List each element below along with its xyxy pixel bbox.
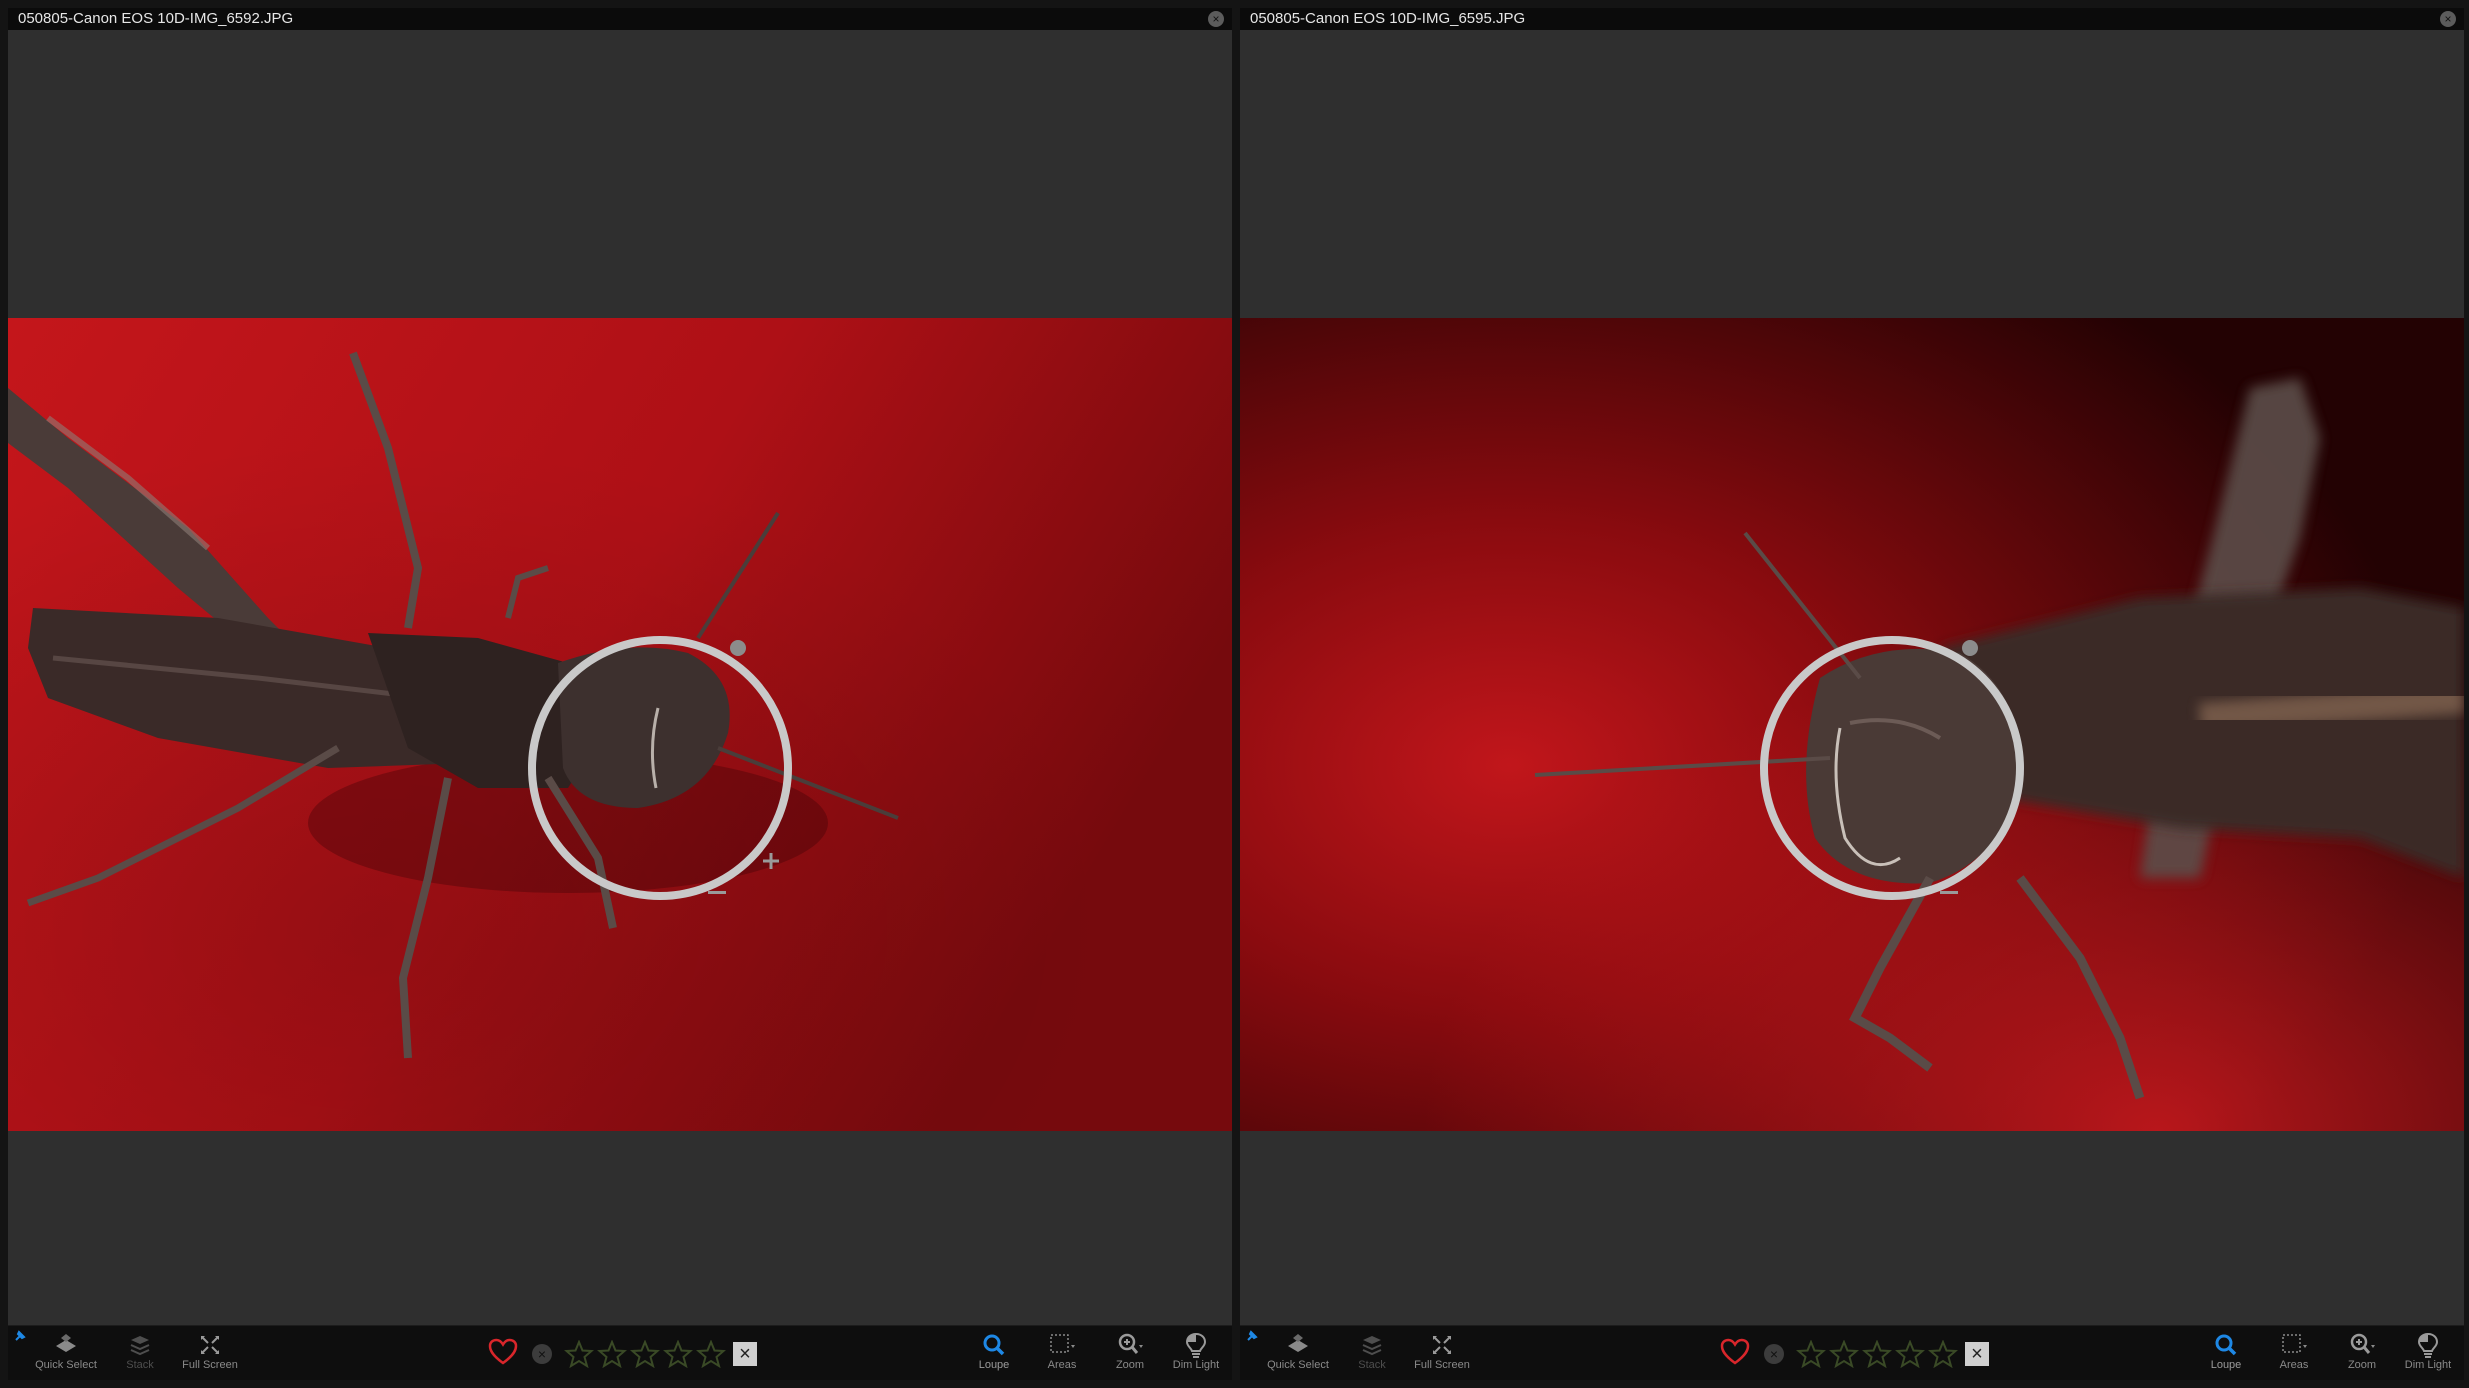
dim-light-icon [2417,1332,2439,1358]
stack-label: Stack [126,1359,154,1371]
loupe-shrink-icon[interactable] [708,891,726,894]
pane-titlebar: 050805-Canon EOS 10D-IMG_6592.JPG × [8,8,1232,30]
pane-titlebar: 050805-Canon EOS 10D-IMG_6595.JPG × [1240,8,2464,30]
file-name: 050805-Canon EOS 10D-IMG_6592.JPG [18,10,294,27]
quick-select-label: Quick Select [35,1359,97,1371]
quick-select-label: Quick Select [1267,1359,1329,1371]
star-4-icon[interactable] [663,1340,693,1368]
pin-icon[interactable] [1246,1330,1258,1342]
zoom-label: Zoom [2347,1359,2377,1371]
zoom-button[interactable]: Zoom [2326,1332,2398,1371]
loupe-button[interactable]: Loupe [2190,1332,2262,1371]
quick-select-button[interactable]: Quick Select [30,1332,102,1371]
loupe-close-icon[interactable] [1962,640,1978,656]
star-1-icon[interactable] [1796,1340,1826,1368]
star-2-icon[interactable] [597,1340,627,1368]
stack-button[interactable]: Stack [104,1332,176,1371]
areas-button[interactable]: Areas [1026,1332,1098,1371]
rating-bar: × × [1710,1336,2010,1370]
loupe-label: Loupe [978,1359,1010,1371]
full-screen-button[interactable]: Full Screen [174,1332,246,1371]
loupe-icon [2215,1334,2237,1356]
bottom-toolbar: Quick Select Stack Full Screen × × Loupe… [8,1325,1232,1380]
quick-select-icon [1288,1334,1308,1352]
zoom-icon [2350,1333,2375,1354]
full-screen-label: Full Screen [1414,1359,1470,1371]
image-viewport[interactable] [8,30,1232,1326]
star-1-icon[interactable] [564,1340,594,1368]
areas-icon [2282,1334,2307,1353]
grasshopper-photo [8,318,1232,1131]
star-5-icon[interactable] [696,1340,726,1368]
areas-icon [1050,1334,1075,1353]
zoom-button[interactable]: Zoom [1094,1332,1166,1371]
favorite-heart-icon[interactable] [1720,1338,1750,1366]
dim-light-button[interactable]: Dim Light [1160,1332,1232,1371]
areas-button[interactable]: Areas [2258,1332,2330,1371]
grasshopper-photo [1240,318,2464,1131]
clear-rating-button[interactable]: × [1965,1342,1989,1366]
full-screen-label: Full Screen [182,1359,238,1371]
star-2-icon[interactable] [1829,1340,1859,1368]
stack-icon [130,1336,150,1356]
rating-bar: × × [478,1336,778,1370]
quick-select-button[interactable]: Quick Select [1262,1332,1334,1371]
loupe-label: Loupe [2210,1359,2242,1371]
clear-rating-button[interactable]: × [733,1342,757,1366]
favorite-heart-icon[interactable] [488,1338,518,1366]
dim-light-label: Dim Light [1172,1359,1220,1371]
loupe-icon [983,1334,1005,1356]
loupe-close-icon[interactable] [730,640,746,656]
areas-label: Areas [2279,1359,2309,1371]
close-pane-button[interactable]: × [1208,11,1224,27]
image-viewport[interactable] [1240,30,2464,1326]
photo [8,318,1232,1131]
file-name: 050805-Canon EOS 10D-IMG_6595.JPG [1250,10,1526,27]
star-3-icon[interactable] [630,1340,660,1368]
reject-icon[interactable]: × [1764,1344,1784,1364]
loupe-button[interactable]: Loupe [958,1332,1030,1371]
quick-select-icon [56,1334,76,1352]
areas-label: Areas [1047,1359,1077,1371]
viewer-pane-right: 050805-Canon EOS 10D-IMG_6595.JPG × Quic… [1240,8,2464,1380]
photo [1240,318,2464,1131]
full-screen-button[interactable]: Full Screen [1406,1332,1478,1371]
stack-icon [1362,1336,1382,1356]
star-5-icon[interactable] [1928,1340,1958,1368]
star-4-icon[interactable] [1895,1340,1925,1368]
full-screen-icon [201,1336,219,1354]
stack-button[interactable]: Stack [1336,1332,1408,1371]
pin-icon[interactable] [14,1330,26,1342]
dim-light-label: Dim Light [2404,1359,2452,1371]
star-3-icon[interactable] [1862,1340,1892,1368]
dim-light-icon [1185,1332,1207,1358]
reject-icon[interactable]: × [532,1344,552,1364]
loupe-shrink-icon[interactable] [1940,891,1958,894]
stack-label: Stack [1358,1359,1386,1371]
viewer-pane-left: 050805-Canon EOS 10D-IMG_6592.JPG × Quic… [8,8,1232,1380]
dim-light-button[interactable]: Dim Light [2392,1332,2464,1371]
zoom-icon [1118,1333,1143,1354]
full-screen-icon [1433,1336,1451,1354]
zoom-label: Zoom [1115,1359,1145,1371]
bottom-toolbar: Quick Select Stack Full Screen × × Loupe… [1240,1325,2464,1380]
close-pane-button[interactable]: × [2440,11,2456,27]
